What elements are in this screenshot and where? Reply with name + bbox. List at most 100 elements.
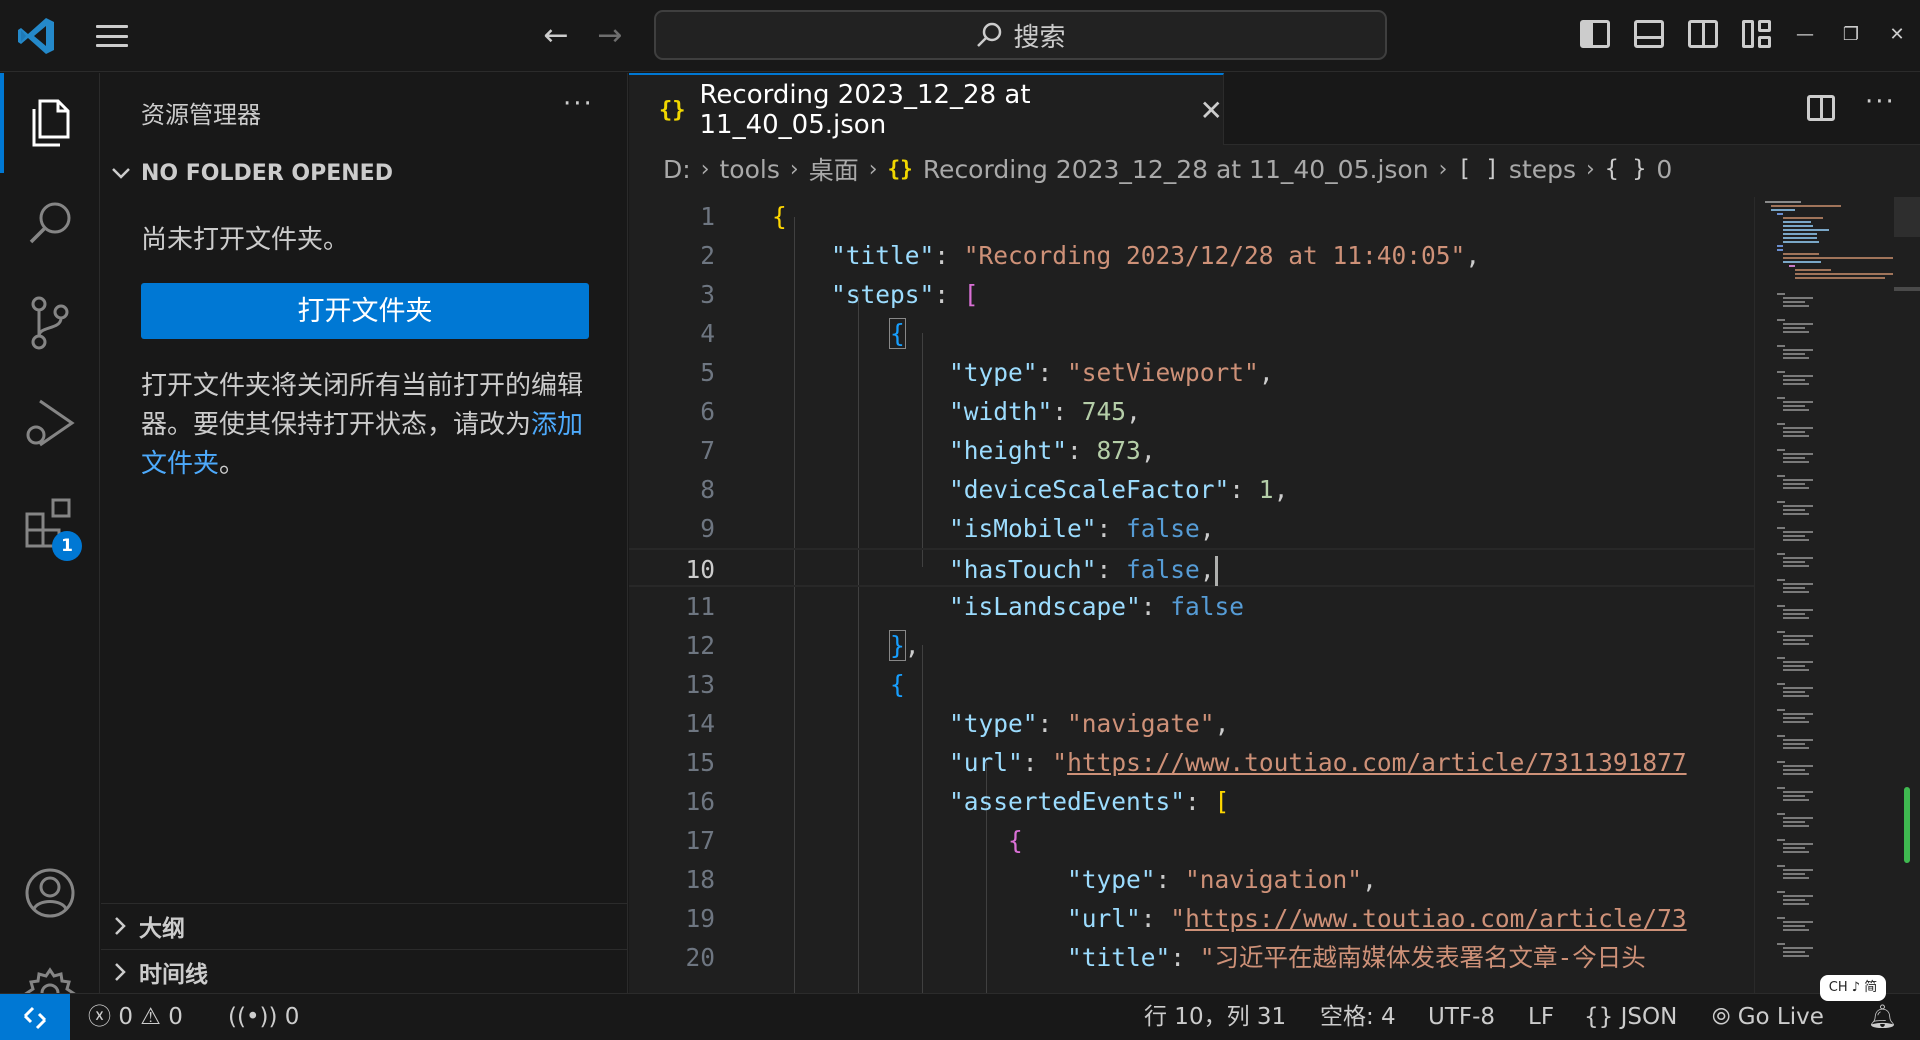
problems-indicator[interactable]: ⓧ 0 ⚠ 0 <box>88 994 183 1040</box>
go-live-label: Go Live <box>1737 1004 1824 1030</box>
scrollbar-marker <box>1894 287 1920 291</box>
code-line: 20 "title": "习近平在越南媒体发表署名文章-今日头 <box>685 943 1646 972</box>
toggle-panel-icon[interactable] <box>1634 20 1664 48</box>
minimap[interactable] <box>1754 197 1894 993</box>
json-file-icon: {} <box>887 157 913 181</box>
search-icon[interactable] <box>0 173 100 273</box>
scrollbar-change-marker <box>1904 787 1910 863</box>
open-folder-button[interactable]: 打开文件夹 <box>141 283 589 339</box>
chevron-right-icon: › <box>868 156 878 182</box>
chevron-right-icon: › <box>700 156 710 182</box>
no-folder-section-header[interactable]: NO FOLDER OPENED <box>111 153 393 193</box>
status-bar: ⓧ 0 ⚠ 0 ((•)) 0 行 10，列 31 空格: 4 UTF-8 LF… <box>0 993 1920 1040</box>
code-editor[interactable]: 1{ 2 "title": "Recording 2023/12/28 at 1… <box>629 197 1754 993</box>
editor-more-actions-icon[interactable]: ··· <box>1865 87 1896 117</box>
minimize-icon[interactable]: — <box>1790 20 1820 50</box>
error-count: 0 <box>118 1004 133 1030</box>
explorer-sidebar: 资源管理器 ··· NO FOLDER OPENED 尚未打开文件夹。 打开文件… <box>101 73 628 993</box>
chevron-right-icon <box>115 962 126 981</box>
language-mode[interactable]: {} JSON <box>1584 994 1677 1040</box>
command-center-search[interactable]: 搜索 <box>654 10 1387 60</box>
close-window-icon[interactable]: ✕ <box>1882 20 1912 50</box>
language-label: JSON <box>1620 1004 1678 1030</box>
code-line: 7 "height": 873, <box>700 436 1156 465</box>
cursor-position[interactable]: 行 10，列 31 <box>1144 994 1286 1040</box>
no-folder-message: 尚未打开文件夹。 <box>141 225 350 255</box>
info-text: 打开文件夹将关闭所有当前打开的编辑器。要使其保持打开状态，请改为 <box>141 371 584 440</box>
customize-layout-icon[interactable] <box>1742 20 1772 48</box>
section-title: NO FOLDER OPENED <box>141 160 393 186</box>
object-symbol-icon: { } <box>1604 156 1647 182</box>
activity-bar: 1 <box>0 73 100 1019</box>
hamburger-menu-icon[interactable] <box>92 20 132 52</box>
explorer-icon[interactable] <box>0 73 100 173</box>
code-line: 9 "isMobile": false, <box>700 514 1215 543</box>
array-symbol-icon: [ ] <box>1457 156 1499 182</box>
ime-indicator: CH ♪ 简 <box>1820 975 1886 1001</box>
source-control-icon[interactable] <box>0 273 100 373</box>
outline-label: 大纲 <box>139 915 185 942</box>
account-icon[interactable] <box>0 843 100 943</box>
code-line: 8 "deviceScaleFactor": 1, <box>700 475 1289 504</box>
antenna-icon: ⦾ <box>1712 1004 1731 1030</box>
split-editor-icon[interactable] <box>1807 95 1835 121</box>
text-cursor <box>1214 556 1218 586</box>
code-line: 1{ <box>700 202 787 231</box>
code-line: 13 { <box>685 670 905 699</box>
close-tab-icon[interactable]: ✕ <box>1200 94 1223 127</box>
tab-recording-json[interactable]: {} Recording 2023_12_28 at 11_40_05.json… <box>629 73 1224 145</box>
breadcrumb: D: › tools › 桌面 › {} Recording 2023_12_2… <box>663 149 1672 189</box>
title-bar: ← → 搜索 — ❐ ✕ <box>0 0 1920 72</box>
toggle-primary-sidebar-icon[interactable] <box>1580 20 1610 48</box>
extensions-badge: 1 <box>52 531 82 561</box>
encoding[interactable]: UTF-8 <box>1428 994 1495 1040</box>
go-live-button[interactable]: ⦾ Go Live <box>1712 994 1824 1040</box>
timeline-label: 时间线 <box>139 961 208 988</box>
run-debug-icon[interactable] <box>0 373 100 473</box>
code-line: 17 { <box>685 826 1023 855</box>
scrollbar-thumb[interactable] <box>1894 197 1920 237</box>
editor-scrollbar[interactable] <box>1894 197 1920 993</box>
forward-arrow-icon[interactable]: → <box>590 18 630 54</box>
error-icon: ⓧ <box>88 1004 111 1030</box>
code-line: 19 "url": "https://www.toutiao.com/artic… <box>685 904 1687 933</box>
breadcrumb-folder-tools[interactable]: tools <box>720 155 780 184</box>
indentation[interactable]: 空格: 4 <box>1320 994 1396 1040</box>
line-ending[interactable]: LF <box>1528 994 1554 1040</box>
code-line: 4 { <box>700 318 906 349</box>
extensions-icon[interactable]: 1 <box>0 473 100 573</box>
editor-area: {} Recording 2023_12_28 at 11_40_05.json… <box>629 73 1920 993</box>
breadcrumb-drive[interactable]: D: <box>663 155 691 184</box>
warning-icon: ⚠ <box>140 1004 161 1030</box>
broadcast-icon: ((•)) <box>228 1004 278 1030</box>
outline-section-header[interactable]: 大纲 <box>101 903 628 947</box>
chevron-right-icon: › <box>789 156 799 182</box>
ports-indicator[interactable]: ((•)) 0 <box>228 994 299 1040</box>
breadcrumb-file[interactable]: Recording 2023_12_28 at 11_40_05.json <box>923 155 1429 184</box>
more-actions-icon[interactable]: ··· <box>563 89 594 119</box>
code-line: 15 "url": "https://www.toutiao.com/artic… <box>685 748 1687 777</box>
chevron-right-icon <box>115 916 126 935</box>
info-end: 。 <box>219 449 246 479</box>
code-line: 12 }, <box>685 630 920 661</box>
warning-count: 0 <box>168 1004 183 1030</box>
breadcrumb-index[interactable]: 0 <box>1656 155 1672 184</box>
timeline-section-header[interactable]: 时间线 <box>101 949 628 993</box>
toggle-secondary-sidebar-icon[interactable] <box>1688 20 1718 48</box>
chevron-right-icon: › <box>1586 156 1595 182</box>
remote-indicator[interactable] <box>0 994 70 1040</box>
breadcrumb-folder-desktop[interactable]: 桌面 <box>809 151 859 187</box>
chevron-right-icon: › <box>1438 156 1448 182</box>
search-placeholder: 搜索 <box>1013 22 1066 53</box>
back-arrow-icon[interactable]: ← <box>536 18 576 54</box>
code-line: 2 "title": "Recording 2023/12/28 at 11:4… <box>700 241 1481 270</box>
restore-icon[interactable]: ❐ <box>1836 20 1866 50</box>
tab-label: Recording 2023_12_28 at 11_40_05.json <box>699 80 1031 140</box>
code-line: 3 "steps": [ <box>700 280 979 309</box>
code-line: 14 "type": "navigate", <box>685 709 1230 738</box>
ports-count: 0 <box>284 1004 300 1030</box>
tab-bar: {} Recording 2023_12_28 at 11_40_05.json… <box>629 73 1920 145</box>
json-file-icon: {} <box>659 97 686 123</box>
breadcrumb-steps[interactable]: steps <box>1509 155 1576 184</box>
minimap-preview <box>1765 201 1893 957</box>
